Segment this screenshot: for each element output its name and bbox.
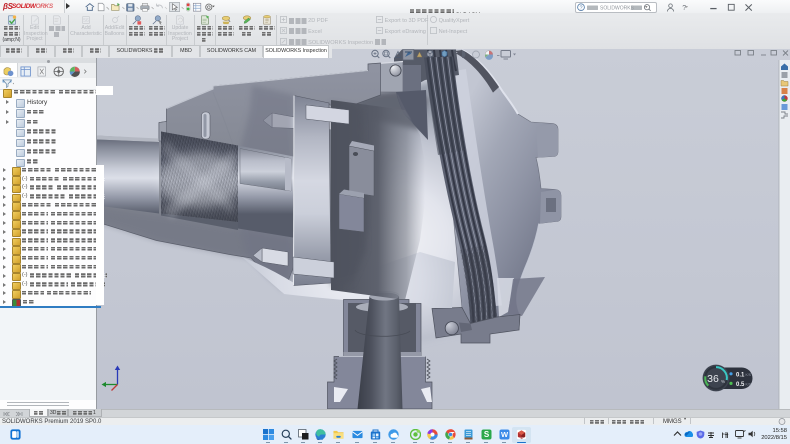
svg-text:SOLIDWORKS: SOLIDWORKS	[600, 6, 635, 12]
svg-text:W: W	[501, 430, 509, 439]
svg-text:36: 36	[707, 373, 719, 385]
svg-text:S: S	[484, 430, 490, 439]
svg-text:0.5: 0.5	[736, 382, 745, 388]
svg-text:K/S: K/S	[746, 383, 752, 387]
svg-text:0.1: 0.1	[736, 372, 745, 378]
svg-text:56: 56	[83, 18, 89, 24]
svg-text:?: ?	[579, 5, 582, 11]
svg-text:K/S: K/S	[746, 373, 752, 377]
svg-text:SW: SW	[519, 436, 524, 440]
svg-text:%: %	[721, 379, 725, 384]
svg-text:?: ?	[682, 3, 686, 12]
